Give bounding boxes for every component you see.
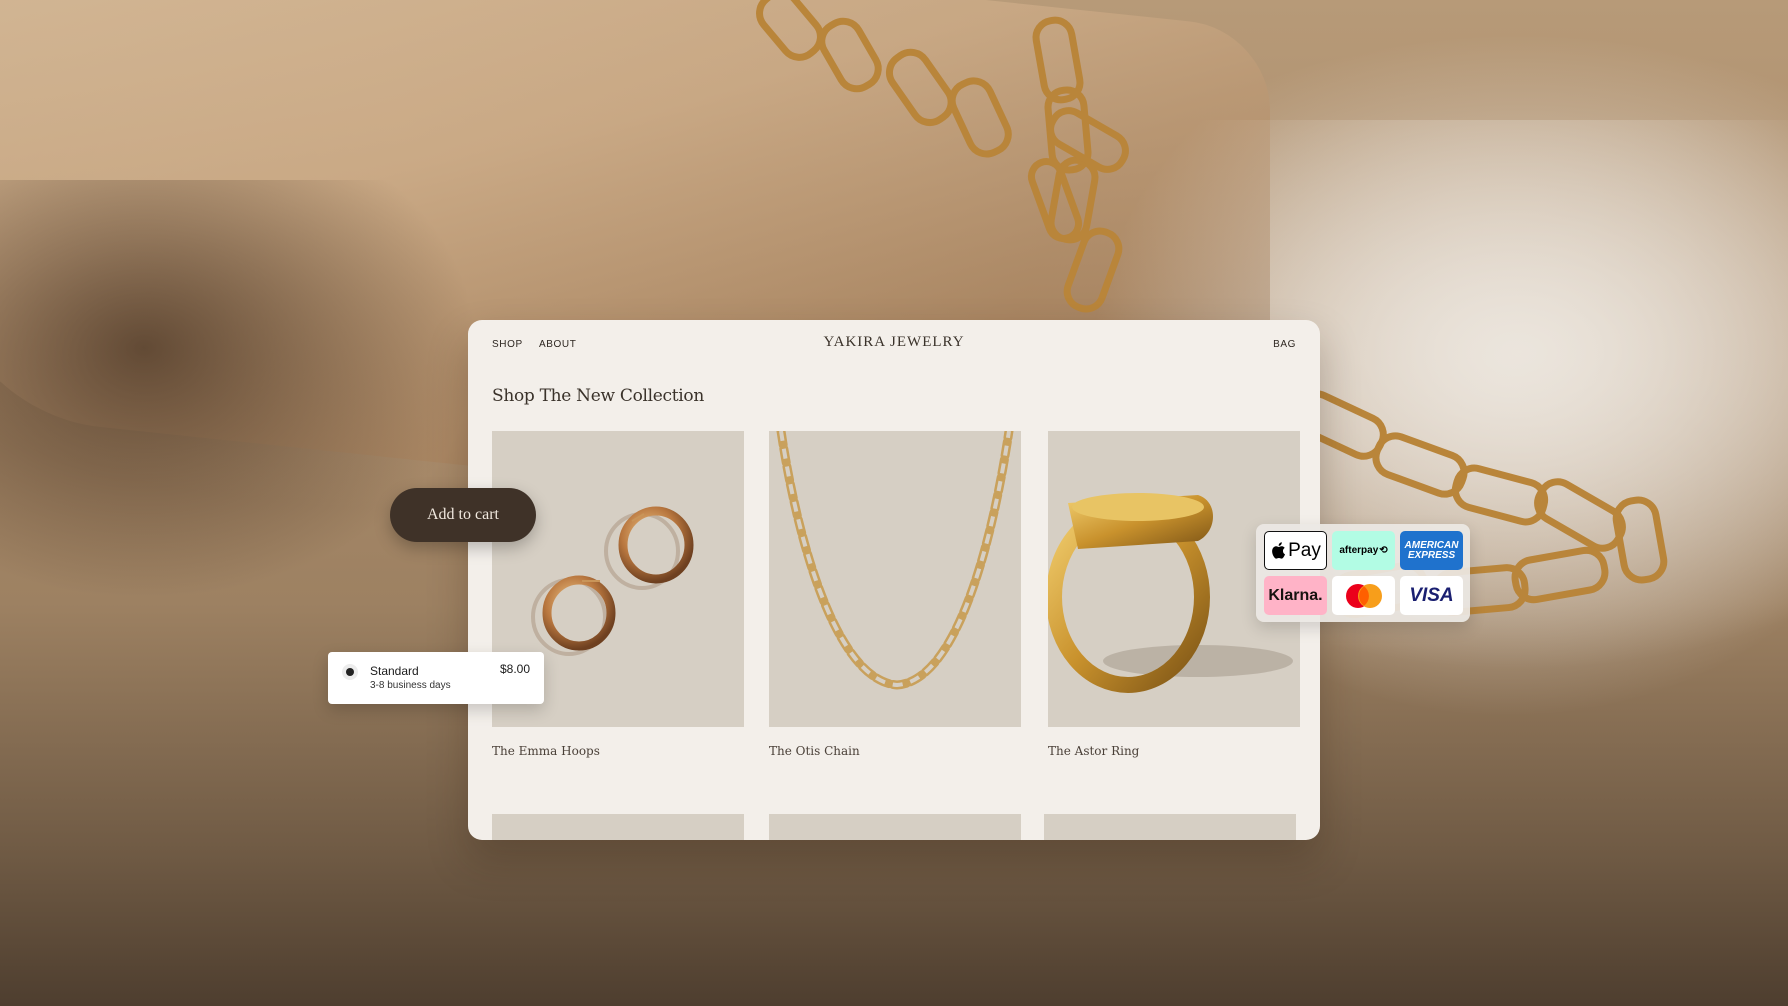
apple-pay-label: Pay [1288, 539, 1321, 561]
visa-label: VISA [1409, 584, 1454, 606]
product-name[interactable]: The Astor Ring [1048, 744, 1300, 758]
amex-label: AMERICAN EXPRESS [1404, 539, 1459, 561]
add-to-cart-button[interactable]: Add to cart [390, 488, 536, 542]
nav-bag-link[interactable]: BAG [1273, 339, 1296, 350]
product-name[interactable]: The Emma Hoops [492, 744, 744, 758]
klarna-icon: Klarna. [1264, 576, 1327, 615]
shipping-name: Standard [370, 664, 419, 678]
apple-pay-icon: Pay [1264, 531, 1327, 570]
product-card-otis-chain[interactable]: The Otis Chain [769, 431, 1021, 758]
american-express-icon: AMERICAN EXPRESS [1400, 531, 1463, 570]
radio-selected-icon[interactable] [342, 664, 358, 680]
chain-necklace-image [776, 431, 1014, 690]
brand-logo: YAKIRA JEWELRY [823, 334, 965, 350]
shipping-price: $8.00 [499, 662, 530, 676]
page-title: Shop The New Collection [492, 386, 705, 406]
klarna-label: Klarna. [1268, 586, 1323, 604]
product-card-emma-hoops[interactable]: The Emma Hoops [492, 431, 744, 758]
nav-shop-link[interactable]: SHOP [492, 339, 523, 350]
product-card-placeholder[interactable] [492, 814, 744, 840]
afterpay-icon: afterpay ⟲ [1332, 531, 1395, 570]
visa-icon: VISA [1400, 576, 1463, 615]
shop-window: SHOP ABOUT YAKIRA JEWELRY BAG Shop The N… [468, 320, 1320, 840]
product-card-placeholder[interactable] [1044, 814, 1296, 840]
afterpay-label: afterpay [1339, 545, 1379, 556]
payment-methods-panel: Pay afterpay ⟲ AMERICAN EXPRESS Klarna. … [1256, 524, 1470, 622]
product-image-chain[interactable] [769, 431, 1021, 727]
shipping-detail: 3-8 business days [370, 680, 451, 691]
nav-about-link[interactable]: ABOUT [539, 339, 576, 350]
shipping-option-standard[interactable]: Standard 3-8 business days $8.00 [328, 652, 544, 704]
top-nav: SHOP ABOUT YAKIRA JEWELRY BAG [468, 320, 1320, 370]
product-name[interactable]: The Otis Chain [769, 744, 1021, 758]
mastercard-icon [1332, 576, 1395, 615]
product-card-placeholder[interactable] [769, 814, 1021, 840]
